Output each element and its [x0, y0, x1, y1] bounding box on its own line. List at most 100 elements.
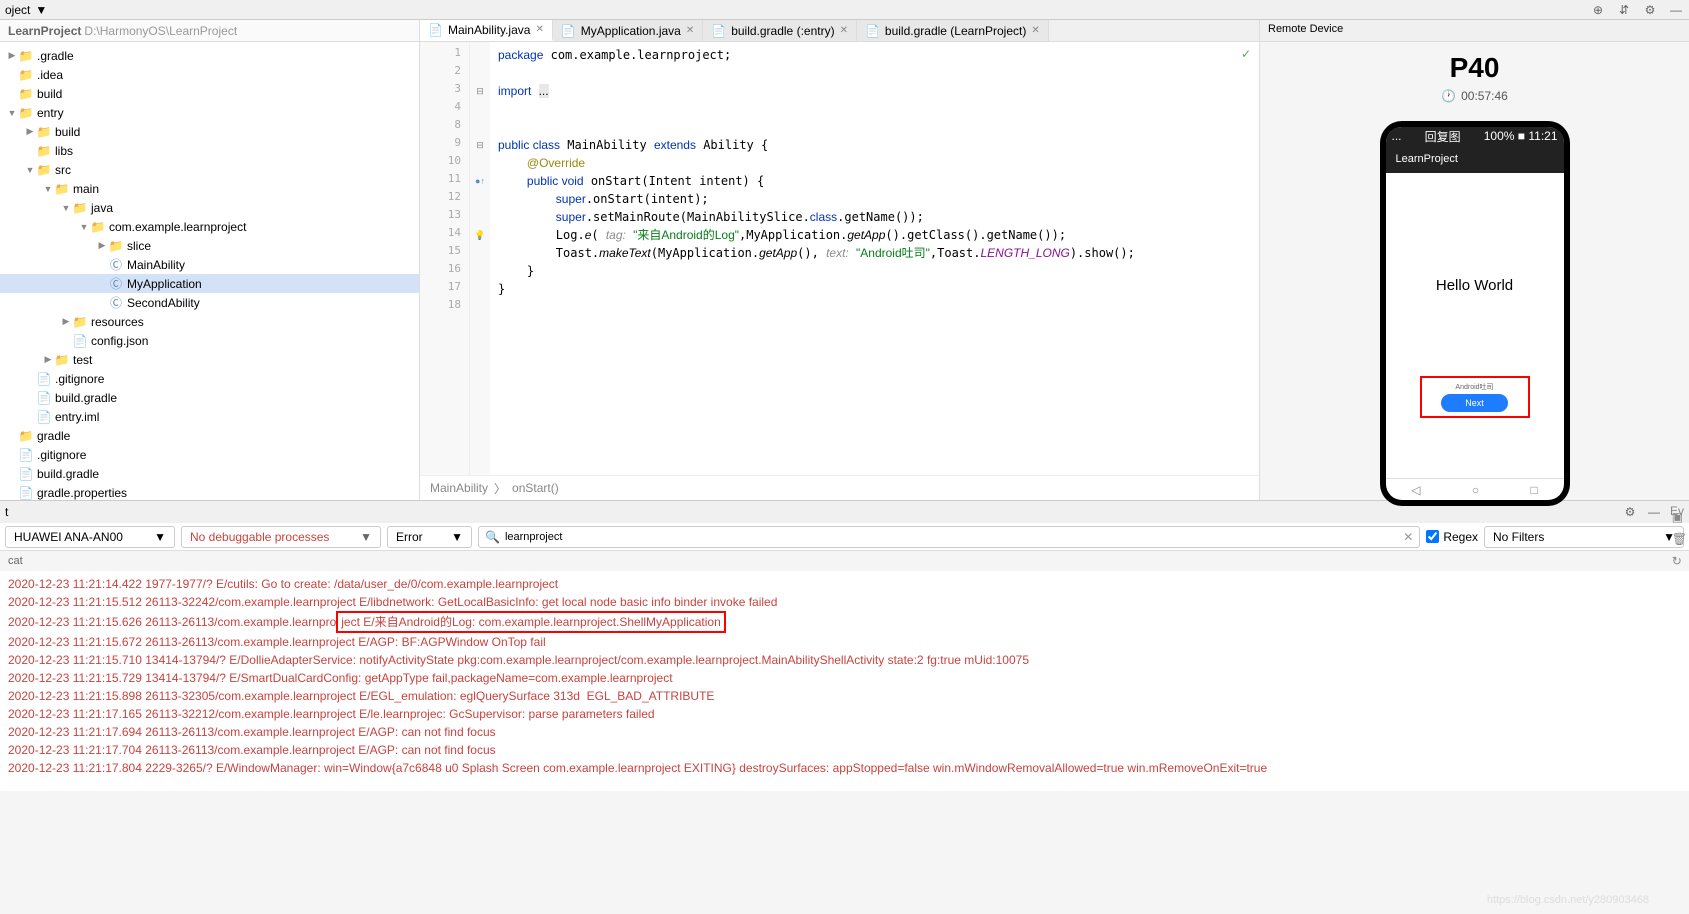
trash-icon[interactable]: 🗑: [1672, 532, 1687, 546]
minimize-icon[interactable]: —: [1668, 2, 1684, 18]
target-icon[interactable]: ⊕: [1590, 2, 1606, 18]
tree-item[interactable]: ⒸMyApplication: [0, 274, 419, 293]
log-line: 2020-12-23 11:21:15.729 13414-13794/? E/…: [8, 669, 1681, 687]
level-dropdown[interactable]: Error▼: [387, 526, 472, 548]
toolbar: oject ▼ ⊕ ⇵ ⚙ —: [0, 0, 1689, 20]
tree-item[interactable]: 📁build: [0, 84, 419, 103]
gutter: 123489101112131415161718: [420, 42, 470, 475]
tree-item[interactable]: 📄build.gradle: [0, 464, 419, 483]
tree-item[interactable]: 📁.idea: [0, 65, 419, 84]
log-output[interactable]: 2020-12-23 11:21:14.422 1977-1977/? E/cu…: [0, 571, 1689, 791]
hello-text: Hello World: [1436, 277, 1513, 294]
minimize-icon[interactable]: —: [1646, 504, 1662, 520]
regex-checkbox[interactable]: Regex: [1426, 530, 1478, 544]
filter-dropdown[interactable]: No Filters▼: [1484, 526, 1684, 548]
collapse-icon[interactable]: ⇵: [1616, 2, 1632, 18]
clear-icon[interactable]: ✕: [1403, 530, 1413, 544]
code-content[interactable]: package com.example.learnproject; import…: [490, 42, 1259, 475]
breadcrumb-path: D:\HarmonyOS\LearnProject: [84, 24, 237, 38]
dropdown-arrow-icon[interactable]: ▼: [35, 3, 47, 17]
log-line: 2020-12-23 11:21:17.804 2229-3265/? E/Wi…: [8, 759, 1681, 777]
tree-item[interactable]: 📄build.gradle: [0, 388, 419, 407]
phone-nav-bar: ◁ ○ □: [1386, 478, 1564, 500]
layers-icon[interactable]: ▣: [1672, 510, 1687, 524]
log-line: 2020-12-23 11:21:17.704 26113-26113/com.…: [8, 741, 1681, 759]
phone-body: Hello World Android吐司 Next: [1386, 173, 1564, 478]
editor-breadcrumb: MainAbility 〉 onStart(): [420, 475, 1259, 500]
clock-icon: 🕐: [1441, 89, 1456, 103]
log-line: 2020-12-23 11:21:15.672 26113-26113/com.…: [8, 633, 1681, 651]
bottom-tab-label[interactable]: t: [5, 505, 8, 519]
side-toolbar: ▣ 🗑 ↻: [1672, 510, 1687, 568]
watermark: https://blog.csdn.net/y280903468: [1487, 894, 1649, 906]
editor: 📄MainAbility.java✕📄MyApplication.java✕📄b…: [420, 20, 1259, 500]
tree-item[interactable]: 📁gradle: [0, 426, 419, 445]
breadcrumb-class[interactable]: MainAbility: [430, 481, 488, 495]
log-line: 2020-12-23 11:21:17.694 26113-26113/com.…: [8, 723, 1681, 741]
tree-item[interactable]: ▼📁com.example.learnproject: [0, 217, 419, 236]
search-icon: 🔍: [485, 530, 500, 544]
tree-item[interactable]: ▶📁build: [0, 122, 419, 141]
device-time: 🕐 00:57:46: [1441, 89, 1508, 103]
logcat-label: cat: [0, 551, 1689, 571]
tree-item[interactable]: 📄gradle.properties: [0, 483, 419, 500]
process-dropdown[interactable]: No debuggable processes▼: [181, 526, 381, 548]
editor-tab[interactable]: 📄MyApplication.java✕: [553, 20, 703, 41]
search-input[interactable]: [505, 531, 1398, 543]
tree-item[interactable]: 📄.gitignore: [0, 369, 419, 388]
toast-highlight: Android吐司 Next: [1420, 376, 1530, 418]
breadcrumb-project[interactable]: LearnProject: [8, 24, 81, 38]
tree-item[interactable]: 📄.gitignore: [0, 445, 419, 464]
tree-item[interactable]: ⒸMainAbility: [0, 255, 419, 274]
tree-item[interactable]: ▼📁src: [0, 160, 419, 179]
breadcrumb-sep: 〉: [494, 480, 506, 497]
log-line: 2020-12-23 11:21:15.710 13414-13794/? E/…: [8, 651, 1681, 669]
breadcrumb-method[interactable]: onStart(): [512, 481, 559, 495]
close-icon[interactable]: ✕: [840, 25, 848, 36]
log-search[interactable]: 🔍 ✕: [478, 526, 1420, 548]
close-icon[interactable]: ✕: [1031, 25, 1039, 36]
toast-text: Android吐司: [1455, 382, 1493, 392]
home-icon[interactable]: ○: [1472, 483, 1479, 497]
project-sidebar: LearnProject D:\HarmonyOS\LearnProject ▶…: [0, 20, 420, 500]
back-icon[interactable]: ◁: [1411, 483, 1420, 497]
editor-tab[interactable]: 📄build.gradle (:entry)✕: [703, 20, 857, 41]
code-area[interactable]: ✓ 123489101112131415161718 ⊟ ⊟ ●↑ 💡 pack…: [420, 42, 1259, 475]
log-line: 2020-12-23 11:21:15.898 26113-32305/com.…: [8, 687, 1681, 705]
phone-frame: ... 回复图 100% ■ 11:21 LearnProject Hello …: [1380, 121, 1570, 506]
editor-tab[interactable]: 📄MainAbility.java✕: [420, 20, 553, 41]
close-icon[interactable]: ✕: [686, 25, 694, 36]
check-icon: ✓: [1241, 47, 1251, 61]
gear-icon[interactable]: ⚙: [1622, 504, 1638, 520]
settings-icon[interactable]: ⚙: [1642, 2, 1658, 18]
tree-item[interactable]: ▼📁entry: [0, 103, 419, 122]
device-header: Remote Device: [1260, 20, 1689, 42]
close-icon[interactable]: ✕: [535, 24, 543, 35]
device-dropdown[interactable]: HUAWEI ANA-AN00▼: [5, 526, 175, 548]
project-label[interactable]: oject: [5, 3, 30, 17]
gutter-marks: ⊟ ⊟ ●↑ 💡: [470, 42, 490, 475]
tree-item[interactable]: 📄config.json: [0, 331, 419, 350]
editor-tab[interactable]: 📄build.gradle (LearnProject)✕: [857, 20, 1049, 41]
refresh-icon[interactable]: ↻: [1672, 554, 1687, 568]
tree-item[interactable]: 📁libs: [0, 141, 419, 160]
tree-item[interactable]: ▶📁test: [0, 350, 419, 369]
tree-item[interactable]: ▶📁resources: [0, 312, 419, 331]
project-tree: ▶📁.gradle📁.idea📁build▼📁entry▶📁build📁libs…: [0, 42, 419, 500]
tree-item[interactable]: 📄entry.iml: [0, 407, 419, 426]
phone-status-bar: ... 回复图 100% ■ 11:21: [1386, 127, 1564, 145]
tree-item[interactable]: ▼📁main: [0, 179, 419, 198]
recent-icon[interactable]: □: [1531, 483, 1538, 497]
filter-bar: HUAWEI ANA-AN00▼ No debuggable processes…: [0, 523, 1689, 551]
tree-item[interactable]: ▼📁java: [0, 198, 419, 217]
tree-item[interactable]: ⒸSecondAbility: [0, 293, 419, 312]
device-panel: Remote Device P40 🕐 00:57:46 ... 回复图 100…: [1259, 20, 1689, 500]
log-line: 2020-12-23 11:21:17.165 26113-32212/com.…: [8, 705, 1681, 723]
log-line: 2020-12-23 11:21:15.626 26113-26113/com.…: [8, 611, 1681, 633]
tab-bar: 📄MainAbility.java✕📄MyApplication.java✕📄b…: [420, 20, 1259, 42]
tree-item[interactable]: ▶📁.gradle: [0, 46, 419, 65]
log-line: 2020-12-23 11:21:14.422 1977-1977/? E/cu…: [8, 575, 1681, 593]
next-button[interactable]: Next: [1441, 394, 1508, 412]
tree-item[interactable]: ▶📁slice: [0, 236, 419, 255]
log-line: 2020-12-23 11:21:15.512 26113-32242/com.…: [8, 593, 1681, 611]
